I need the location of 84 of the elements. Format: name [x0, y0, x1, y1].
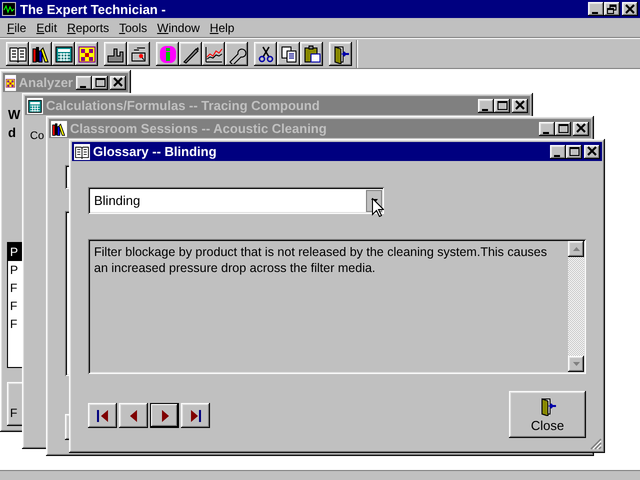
- menu-item[interactable]: Tools: [114, 20, 152, 34]
- window-title: Analyzer: [18, 75, 73, 90]
- scroll-up-button[interactable]: [568, 241, 584, 257]
- window-title: Calculations/Formulas -- Tracing Compound: [46, 98, 321, 113]
- minimize-icon: [592, 12, 598, 14]
- window-title: Classroom Sessions -- Acoustic Cleaning: [70, 121, 328, 136]
- close-button[interactable]: [573, 122, 589, 136]
- definition-text: Filter blockage by product that is not released by the cleaning system.This causes an increased pressure drop across the filter media.: [93, 244, 548, 277]
- grid-icon: [5, 74, 16, 90]
- books-icon: [51, 120, 67, 136]
- copy-icon: [278, 44, 298, 64]
- clipboard-icon: [302, 44, 322, 64]
- heading-text: W: [8, 106, 20, 124]
- previous-button[interactable]: [119, 403, 148, 428]
- cursor-icon: [372, 198, 384, 217]
- menu-item[interactable]: Edit: [31, 20, 62, 34]
- close-button[interactable]: [584, 144, 600, 158]
- copy-tool-button[interactable]: [277, 42, 300, 66]
- info-tool-button[interactable]: [156, 42, 179, 66]
- down-arrow-icon: [572, 362, 580, 366]
- menu-item[interactable]: Help: [204, 20, 240, 34]
- maximize-button[interactable]: [494, 98, 510, 112]
- calculator-icon: [54, 44, 74, 64]
- grid-tool-button[interactable]: [75, 42, 98, 66]
- books-tool-button[interactable]: [29, 42, 52, 66]
- close-icon: [575, 123, 587, 134]
- resize-grip-icon: [590, 438, 602, 450]
- minimize-button[interactable]: [76, 76, 92, 90]
- menu-item[interactable]: Reports: [62, 20, 114, 34]
- minimize-button[interactable]: [588, 2, 604, 16]
- factory-tool-button[interactable]: [104, 42, 127, 66]
- oscilloscope-icon: [2, 2, 16, 16]
- clipboard-tool-button[interactable]: [300, 42, 323, 66]
- close-icon: [624, 4, 636, 14]
- term-dropdown[interactable]: Blinding: [88, 187, 384, 214]
- maximize-icon: [94, 77, 106, 88]
- grid-icon: [76, 44, 96, 64]
- diagram-tool-button[interactable]: [127, 42, 150, 66]
- exit-door-tool-button[interactable]: [329, 42, 352, 66]
- menu-item[interactable]: File: [2, 20, 32, 34]
- restore-icon: [606, 4, 618, 14]
- first-record-button[interactable]: [88, 403, 117, 428]
- chart-tool-button[interactable]: [202, 42, 225, 66]
- maximize-icon: [568, 146, 580, 157]
- minimize-icon: [482, 108, 488, 110]
- close-icon: [514, 100, 526, 111]
- definition-text-area[interactable]: Filter blockage by product that is not released by the cleaning system.This causes an increased pressure drop across the filter media.: [88, 239, 586, 374]
- book-icon: [74, 144, 90, 160]
- restore-button[interactable]: [604, 2, 620, 16]
- book-tool-button[interactable]: [6, 42, 29, 66]
- heading-text: d: [8, 124, 16, 142]
- menu-item[interactable]: Window: [152, 20, 205, 34]
- close-icon: [112, 77, 124, 88]
- minimize-icon: [543, 132, 549, 134]
- maximize-icon: [496, 100, 508, 111]
- last-arrow-icon: [188, 408, 202, 422]
- last-record-button[interactable]: [181, 403, 210, 428]
- scissors-tool-button[interactable]: [254, 42, 277, 66]
- minimize-button[interactable]: [550, 144, 566, 158]
- close-button[interactable]: [110, 76, 126, 90]
- minimize-button[interactable]: [539, 122, 555, 136]
- field-label: Co: [30, 130, 44, 142]
- scroll-down-button[interactable]: [568, 356, 584, 372]
- maximize-button[interactable]: [92, 76, 108, 90]
- info-icon: [158, 44, 178, 64]
- pen-tool-button[interactable]: [179, 42, 202, 66]
- maximize-icon: [557, 123, 569, 134]
- next-button[interactable]: [150, 403, 179, 428]
- up-arrow-icon: [572, 247, 580, 251]
- maximize-button[interactable]: [566, 144, 582, 158]
- maximize-button[interactable]: [555, 122, 571, 136]
- close-icon: [586, 146, 598, 157]
- close-button[interactable]: Close: [509, 391, 586, 438]
- wrench-tool-button[interactable]: [225, 42, 248, 66]
- close-button[interactable]: [622, 2, 638, 16]
- minimize-button[interactable]: [478, 98, 494, 112]
- first-arrow-icon: [96, 408, 110, 422]
- calculator-icon: [27, 98, 43, 114]
- window-title: Glossary -- Blinding: [93, 144, 218, 159]
- minimize-icon: [554, 154, 560, 156]
- minimize-icon: [80, 86, 86, 88]
- close-button[interactable]: [512, 98, 528, 112]
- calculator-tool-button[interactable]: [52, 42, 75, 66]
- window-title: The Expert Technician -: [20, 2, 167, 16]
